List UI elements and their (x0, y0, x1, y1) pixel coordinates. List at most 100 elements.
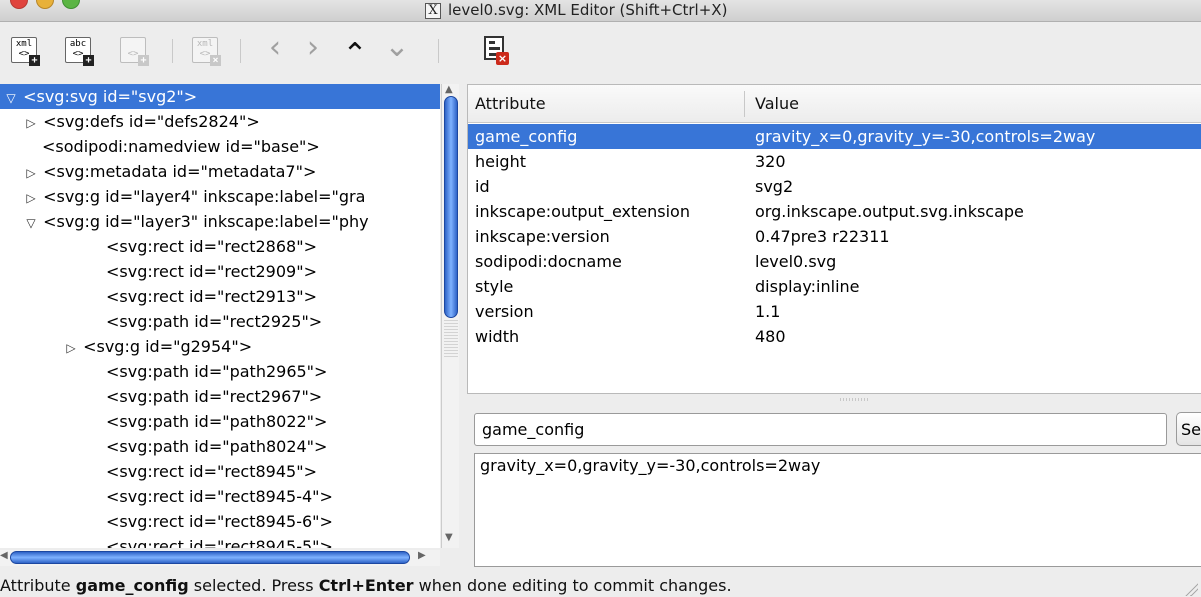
attribute-value: 480 (755, 327, 786, 346)
tree-node[interactable]: <svg:rect id="rect2913"> (0, 284, 440, 309)
tree-node[interactable]: <svg:path id="path8022"> (0, 409, 440, 434)
scroll-up-icon[interactable]: ▲ (445, 84, 453, 95)
tree-node[interactable]: ▽ <svg:g id="layer3" inkscape:label="phy (0, 209, 440, 234)
attribute-row[interactable]: width 480 (468, 324, 1201, 349)
tree-node[interactable]: <svg:rect id="rect8945"> (0, 459, 440, 484)
attribute-row[interactable]: sodipodi:docname level0.svg (468, 249, 1201, 274)
tree-node-label: <svg:svg id="svg2"> (23, 87, 198, 106)
new-text-node-button[interactable]: abc <> + (65, 37, 94, 66)
set-button[interactable]: Set (1176, 412, 1201, 446)
delete-node-button[interactable]: xml <> × (192, 37, 221, 66)
tree-node-label: <sodipodi:namedview id="base"> (42, 137, 320, 156)
expanded-triangle-icon[interactable]: ▽ (24, 211, 38, 236)
tree-node-label: <svg:rect id="rect2868"> (106, 237, 317, 256)
window-title: level0.svg: XML Editor (Shift+Ctrl+X) (448, 1, 728, 19)
tree-node[interactable]: ▷ <svg:defs id="defs2824"> (0, 109, 440, 134)
collapsed-triangle-icon[interactable]: ▷ (64, 336, 78, 361)
attribute-row[interactable]: inkscape:output_extension org.inkscape.ou… (468, 199, 1201, 224)
tree-node[interactable]: ▷ <svg:metadata id="metadata7"> (0, 159, 440, 184)
status-attribute-name: game_config (75, 576, 189, 595)
unindent-node-button[interactable]: ‹ (262, 31, 288, 65)
collapsed-triangle-icon[interactable]: ▷ (24, 161, 38, 186)
tree-horizontal-scrollbar[interactable]: ◀ ▶ (0, 550, 440, 566)
attribute-name-input[interactable] (474, 413, 1167, 446)
tree-node[interactable]: <svg:path id="rect2925"> (0, 309, 440, 334)
minimize-window-button[interactable] (36, 0, 54, 9)
indent-node-button[interactable]: › (300, 31, 326, 65)
attribute-value: level0.svg (755, 252, 837, 271)
tree-node-label: <svg:defs id="defs2824"> (43, 112, 260, 131)
tree-vertical-scroll-thumb[interactable] (444, 96, 458, 318)
toolbar-separator (240, 39, 241, 63)
scroll-down-icon[interactable]: ▼ (445, 532, 453, 543)
attribute-row[interactable]: version 1.1 (468, 299, 1201, 324)
tree-node[interactable]: ▷ <svg:g id="layer4" inkscape:label="gra (0, 184, 440, 209)
attribute-row[interactable]: height 320 (468, 149, 1201, 174)
collapsed-triangle-icon[interactable]: ▷ (24, 111, 38, 136)
node-tree[interactable]: ▽ <svg:svg id="svg2"> ▷ <svg:defs id="def… (0, 84, 440, 548)
red-x-icon: × (496, 52, 509, 65)
attribute-key: width (475, 327, 520, 346)
attribute-value-textarea[interactable]: gravity_x=0,gravity_y=-30,controls=2way (474, 453, 1201, 567)
attribute-key: sodipodi:docname (475, 252, 622, 271)
column-header-attribute[interactable]: Attribute (475, 85, 546, 123)
status-shortcut: Ctrl+Enter (318, 576, 414, 595)
tree-node[interactable]: ▽ <svg:svg id="svg2"> (0, 84, 440, 109)
toolbar: xml <> + abc <> + <> + xml <> × ‹ › ⌃ ⌄ (0, 22, 1201, 84)
tree-node-label: <svg:g id="layer4" inkscape:label="gra (43, 187, 366, 206)
node-tree-panel: ▽ <svg:svg id="svg2"> ▷ <svg:defs id="def… (0, 84, 463, 579)
tree-node-label: <svg:rect id="rect2909"> (106, 262, 317, 281)
attribute-row[interactable]: inkscape:version 0.47pre3 r22311 (468, 224, 1201, 249)
tree-vertical-scrollbar[interactable]: ▲ ▼ (441, 84, 459, 548)
tree-node-label: <svg:metadata id="metadata7"> (43, 162, 317, 181)
x11-icon: X (425, 3, 441, 19)
title-bar: X level0.svg: XML Editor (Shift+Ctrl+X) (0, 0, 1201, 22)
tree-node[interactable]: <svg:rect id="rect8945-5"> (0, 534, 440, 548)
tree-node-label: <svg:rect id="rect8945-4"> (106, 487, 333, 506)
new-element-node-button[interactable]: xml <> + (11, 37, 40, 66)
lower-node-button[interactable]: ⌄ (384, 30, 410, 64)
duplicate-node-icon: <> + (120, 37, 149, 66)
attribute-row[interactable]: id svg2 (468, 174, 1201, 199)
tree-node-label: <svg:rect id="rect2913"> (106, 287, 317, 306)
scroll-left-icon[interactable]: ◀ (0, 550, 8, 561)
attribute-key: inkscape:version (475, 227, 610, 246)
raise-node-button[interactable]: ⌃ (342, 38, 368, 72)
attribute-row[interactable]: game_config gravity_x=0,gravity_y=-30,con… (468, 124, 1201, 149)
tree-node[interactable]: <svg:path id="rect2967"> (0, 384, 440, 409)
toolbar-separator (172, 39, 173, 63)
tree-horizontal-scroll-thumb[interactable] (10, 551, 410, 564)
duplicate-node-button[interactable]: <> + (120, 37, 149, 66)
column-header-value[interactable]: Value (755, 85, 799, 123)
status-message: Attribute game_config selected. Press Ct… (0, 576, 732, 595)
tree-node[interactable]: <svg:rect id="rect8945-4"> (0, 484, 440, 509)
attribute-table: Attribute Value game_config gravity_x=0,g… (467, 84, 1201, 394)
tree-node-label: <svg:path id="path8024"> (106, 437, 328, 456)
scroll-right-icon[interactable]: ▶ (418, 550, 426, 561)
expanded-triangle-icon[interactable]: ▽ (4, 86, 18, 111)
delete-attribute-button[interactable]: × (481, 34, 511, 68)
tree-node[interactable]: <svg:rect id="rect8945-6"> (0, 509, 440, 534)
attribute-row[interactable]: style display:inline (468, 274, 1201, 299)
attribute-key: height (475, 152, 526, 171)
tree-node-label: <svg:path id="path2965"> (106, 362, 328, 381)
tree-node[interactable]: ▷ <svg:g id="g2954"> (0, 334, 440, 359)
tree-node-label: <svg:g id="g2954"> (83, 337, 253, 356)
tree-node[interactable]: <svg:path id="path2965"> (0, 359, 440, 384)
delete-node-icon: xml <> × (192, 37, 221, 66)
tree-node[interactable]: <svg:rect id="rect2868"> (0, 234, 440, 259)
new-text-node-icon: abc <> + (65, 37, 94, 66)
attribute-value: 320 (755, 152, 786, 171)
status-bar: Attribute game_config selected. Press Ct… (0, 576, 1201, 597)
window-resize-grip[interactable] (1182, 580, 1198, 596)
zoom-window-button[interactable] (62, 0, 80, 9)
close-window-button[interactable] (10, 0, 28, 9)
attribute-key: game_config (475, 127, 578, 146)
tree-node[interactable]: <svg:path id="path8024"> (0, 434, 440, 459)
attribute-key: inkscape:output_extension (475, 202, 690, 221)
tree-node[interactable]: <svg:rect id="rect2909"> (0, 259, 440, 284)
new-element-node-icon: xml <> + (11, 37, 40, 66)
collapsed-triangle-icon[interactable]: ▷ (24, 186, 38, 211)
pane-resize-handle[interactable] (840, 398, 870, 401)
tree-node[interactable]: <sodipodi:namedview id="base"> (0, 134, 440, 159)
